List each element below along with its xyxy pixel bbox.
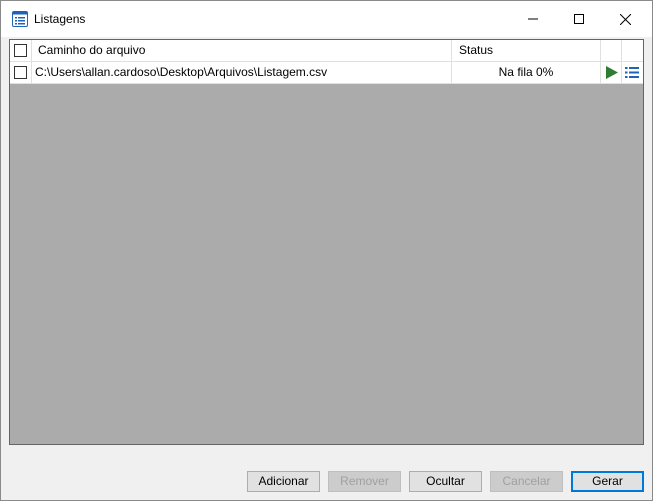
window-title: Listagens bbox=[34, 12, 86, 26]
minimize-button[interactable] bbox=[510, 1, 556, 37]
column-header-details bbox=[622, 40, 643, 61]
row-file-path-text: C:\Users\allan.cardoso\Desktop\Arquivos\… bbox=[35, 65, 328, 79]
maximize-icon bbox=[574, 14, 584, 24]
add-button[interactable]: Adicionar bbox=[247, 471, 320, 492]
remove-button[interactable]: Remover bbox=[328, 471, 401, 492]
list-icon[interactable] bbox=[622, 62, 643, 83]
play-icon[interactable] bbox=[601, 62, 622, 83]
row-status: Na fila 0% bbox=[452, 62, 601, 83]
minimize-icon bbox=[528, 18, 538, 20]
header-select-cell bbox=[10, 40, 32, 61]
close-icon bbox=[619, 13, 631, 25]
grid-header: Caminho do arquivo Status bbox=[10, 40, 643, 62]
column-header-status[interactable]: Status bbox=[452, 40, 601, 61]
action-buttons: Adicionar Remover Ocultar Cancelar Gerar bbox=[1, 471, 652, 493]
row-play-cell[interactable] bbox=[601, 62, 622, 83]
select-all-checkbox[interactable] bbox=[14, 44, 27, 57]
row-select-cell bbox=[10, 62, 32, 83]
row-checkbox[interactable] bbox=[14, 66, 27, 79]
hide-button[interactable]: Ocultar bbox=[409, 471, 482, 492]
row-file-path[interactable]: C:\Users\allan.cardoso\Desktop\Arquivos\… bbox=[32, 62, 452, 83]
row-details-cell[interactable] bbox=[622, 62, 643, 83]
cancel-button[interactable]: Cancelar bbox=[490, 471, 563, 492]
listagens-window: Listagens Caminho do arquivo Status C:\U… bbox=[0, 0, 653, 501]
title-bar[interactable]: Listagens bbox=[1, 1, 652, 37]
generate-button[interactable]: Gerar bbox=[571, 471, 644, 492]
column-header-file-path-label: Caminho do arquivo bbox=[38, 43, 146, 57]
row-status-text: Na fila 0% bbox=[498, 65, 554, 79]
files-grid[interactable]: Caminho do arquivo Status C:\Users\allan… bbox=[9, 39, 644, 445]
close-button[interactable] bbox=[602, 1, 648, 37]
table-row[interactable]: C:\Users\allan.cardoso\Desktop\Arquivos\… bbox=[10, 62, 643, 84]
column-header-status-label: Status bbox=[459, 43, 494, 57]
column-header-file-path[interactable]: Caminho do arquivo bbox=[32, 40, 452, 61]
app-list-icon bbox=[12, 11, 28, 27]
column-header-play bbox=[601, 40, 622, 61]
maximize-button[interactable] bbox=[556, 1, 602, 37]
